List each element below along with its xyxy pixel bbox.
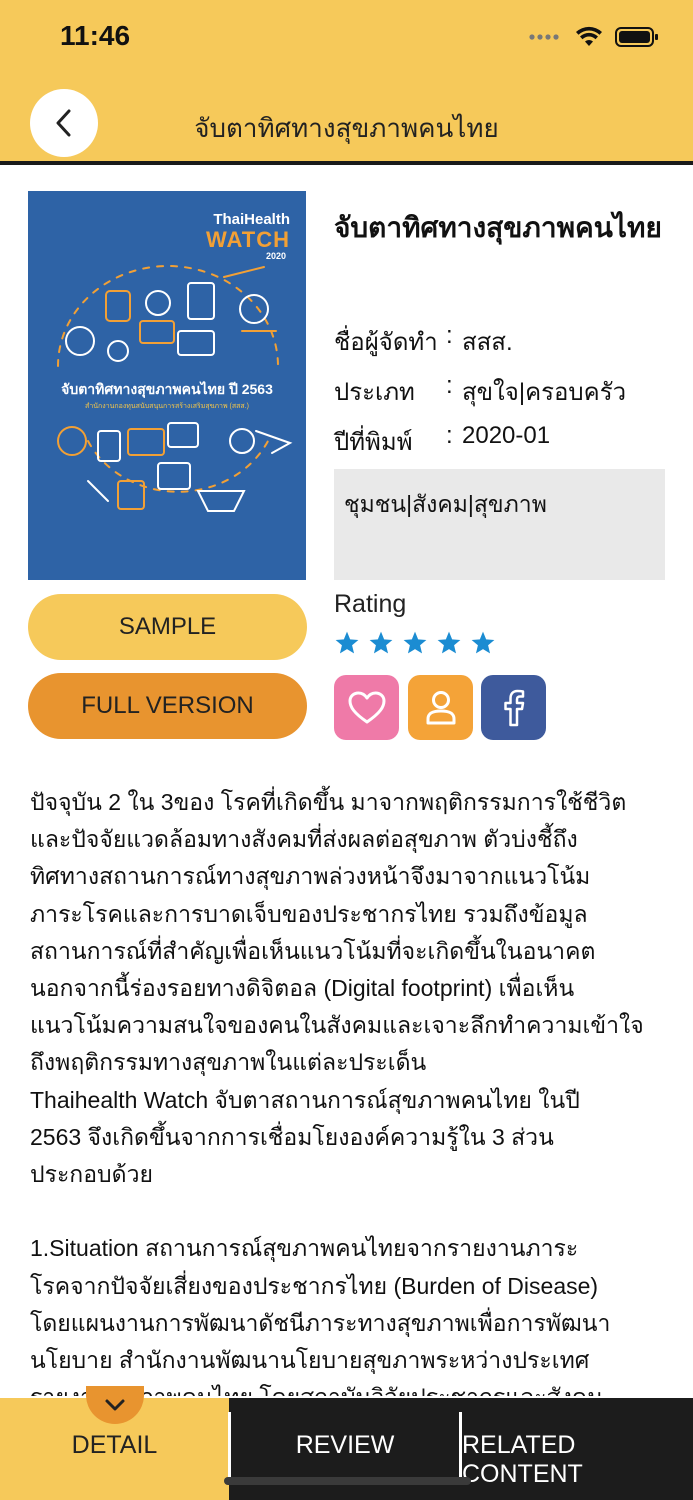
rating-stars [334, 630, 496, 656]
category-separator: : [446, 372, 453, 399]
year-value: 2020-01 [462, 422, 551, 449]
author-separator: : [446, 322, 453, 349]
full-version-button[interactable]: FULL VERSION [28, 673, 307, 739]
tab-review-label: REVIEW [295, 1431, 395, 1459]
page-title: จับตาทิศทางสุขภาพคนไทย [194, 113, 499, 143]
star-icon [403, 631, 427, 654]
tags-text: ชุมชน|สังคม|สุขภาพ [344, 491, 547, 517]
category-row: ประเภท : สุขใจ|ครอบครัว [334, 372, 626, 411]
tab-detail-label: DETAIL [71, 1431, 158, 1459]
description-text: ปัจจุบัน 2 ใน 3ของ โรคที่เกิดขึ้น มาจากพ… [30, 789, 644, 1396]
sample-button[interactable]: SAMPLE [28, 594, 307, 660]
full-version-button-label: FULL VERSION [81, 692, 254, 719]
year-separator: : [446, 422, 453, 449]
tab-related-content-label: RELATED CONTENT [462, 1431, 583, 1488]
battery-icon [615, 27, 658, 47]
chevron-down-icon [105, 1399, 125, 1411]
star-icon [369, 631, 393, 654]
author-row: ชื่อผู้จัดทำ : สสส. [334, 322, 513, 361]
favorite-button[interactable] [334, 675, 399, 740]
profile-button[interactable] [408, 675, 473, 740]
wifi-icon [576, 26, 602, 46]
user-icon [426, 690, 455, 724]
facebook-icon [503, 689, 524, 726]
category-label: ประเภท [334, 379, 415, 406]
star-icon [471, 631, 495, 654]
facebook-share-button[interactable] [481, 675, 546, 740]
year-row: ปีที่พิมพ์ : 2020-01 [334, 422, 550, 461]
tab-related-content[interactable]: RELATED CONTENT [462, 1398, 693, 1500]
rating-label: Rating [334, 590, 407, 618]
cover-title: จับตาทิศทางสุขภาพคนไทย ปี 2563 [61, 381, 273, 397]
author-value: สสส. [462, 329, 513, 356]
tags-box: ชุมชน|สังคม|สุขภาพ [334, 469, 665, 580]
status-icons [529, 26, 659, 48]
author-label: ชื่อผู้จัดทำ [334, 329, 438, 356]
home-indicator [224, 1477, 471, 1485]
book-title: จับตาทิศทางสุขภาพคนไทย [334, 212, 662, 243]
book-cover[interactable]: ThaiHealth WATCH 2020 จับตาทิศทางสุขภาพค… [28, 191, 306, 580]
sample-button-label: SAMPLE [118, 613, 217, 640]
cover-subtitle: สำนักงานกองทุนสนับสนุนการสร้างเสริมสุขภา… [85, 403, 249, 410]
tab-indicator [86, 1386, 144, 1424]
star-icon [437, 631, 461, 654]
heart-icon [348, 691, 385, 723]
status-time: 11:46 [60, 20, 131, 51]
category-value: สุขใจ|ครอบครัว [462, 379, 627, 406]
top-header: 11:46 จับตาทิศทางสุขภาพคนไทย [0, 0, 693, 165]
signal-icon [529, 34, 559, 40]
year-label: ปีที่พิมพ์ [334, 429, 413, 456]
tab-detail[interactable]: DETAIL [0, 1386, 229, 1500]
star-icon [335, 631, 359, 654]
